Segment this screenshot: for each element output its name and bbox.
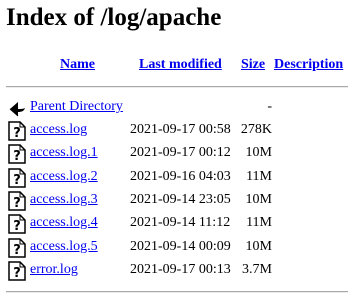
file-last-modified: 2021-09-17 00:58 (130, 122, 231, 137)
svg-text:?: ? (13, 219, 21, 234)
page-title: Index of /log/apache (6, 4, 222, 31)
svg-text:?: ? (13, 266, 21, 281)
file-link[interactable]: access.log (30, 122, 87, 138)
parent-directory-link[interactable]: Parent Directory (30, 99, 123, 115)
sort-by-name-link[interactable]: Name (60, 57, 95, 73)
file-last-modified: 2021-09-16 04:03 (130, 168, 231, 184)
svg-text:?: ? (13, 243, 21, 258)
file-row: ? access.log.2 2021-09-16 04:03 11M (0, 166, 360, 188)
file-row: ? access.log.4 2021-09-14 11:12 11M (0, 212, 360, 234)
file-last-modified: 2021-09-17 00:12 (130, 145, 231, 161)
svg-text:?: ? (13, 149, 21, 164)
unknown-file-icon: ? (8, 191, 26, 211)
file-size: 10M (245, 238, 272, 254)
unknown-file-icon: ? (8, 214, 26, 234)
file-size: 10M (245, 191, 272, 207)
file-link[interactable]: access.log.1 (30, 145, 98, 161)
file-size: 11M (246, 215, 272, 231)
file-size: 3.7M (242, 261, 272, 277)
svg-text:?: ? (13, 173, 21, 188)
file-row: ? access.log 2021-09-17 00:58 278K (0, 119, 360, 141)
sort-by-last-modified-link[interactable]: Last modified (139, 57, 222, 73)
file-last-modified: 2021-09-14 00:09 (130, 238, 231, 254)
parent-size: - (267, 99, 272, 114)
header-divider (6, 86, 348, 88)
svg-text:?: ? (13, 196, 21, 211)
file-size: 10M (245, 145, 272, 161)
file-size: 278K (240, 122, 272, 137)
file-row: ? access.log.5 2021-09-14 00:09 10M (0, 236, 360, 258)
unknown-file-icon: ? (8, 237, 26, 258)
file-last-modified: 2021-09-14 23:05 (130, 191, 231, 207)
file-row: ? error.log 2021-09-17 00:13 3.7M (0, 259, 360, 281)
file-link[interactable]: access.log.3 (30, 192, 98, 208)
file-link[interactable]: error.log (30, 262, 78, 278)
sort-by-description-link[interactable]: Description (274, 57, 343, 73)
file-link[interactable]: access.log.4 (30, 215, 98, 231)
footer-divider (6, 291, 348, 293)
unknown-file-icon: ? (8, 121, 26, 141)
file-row: ? access.log.3 2021-09-14 23:05 10M (0, 189, 360, 211)
parent-directory-row: Parent Directory - (0, 96, 360, 118)
file-last-modified: 2021-09-14 11:12 (130, 215, 231, 231)
unknown-file-icon: ? (8, 261, 26, 281)
unknown-file-icon: ? (8, 144, 26, 164)
file-link[interactable]: access.log.2 (30, 169, 98, 185)
svg-text:?: ? (13, 126, 21, 141)
unknown-file-icon: ? (8, 167, 26, 188)
sort-by-size-link[interactable]: Size (241, 57, 265, 73)
back-arrow-icon (8, 98, 26, 118)
file-row: ? access.log.1 2021-09-17 00:12 10M (0, 142, 360, 164)
file-last-modified: 2021-09-17 00:13 (130, 261, 231, 277)
file-link[interactable]: access.log.5 (30, 239, 98, 255)
file-size: 11M (246, 168, 272, 184)
